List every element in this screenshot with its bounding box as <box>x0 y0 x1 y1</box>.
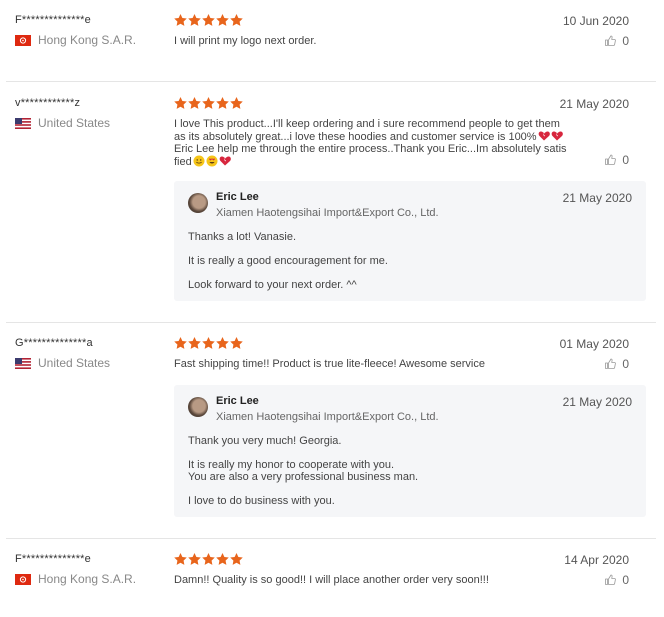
star-icon <box>230 97 243 109</box>
reviewer-country: Hong Kong S.A.R. <box>15 572 136 586</box>
like-button[interactable]: 0 <box>604 573 629 587</box>
star-icon <box>202 553 215 565</box>
reply-line: Look forward to your next order. ^^ <box>188 279 357 291</box>
reviewer-name: F**************e <box>15 14 91 26</box>
like-count: 0 <box>622 34 629 48</box>
star-icon <box>230 337 243 349</box>
like-count: 0 <box>622 153 629 167</box>
united-states-flag-icon <box>15 117 31 129</box>
star-icon <box>216 553 229 565</box>
star-rating <box>174 97 243 109</box>
review-item: v************z United States 21 May 2020… <box>6 97 656 307</box>
review-comment: Fast shipping time!! Product is true lit… <box>174 358 485 370</box>
like-count: 0 <box>622 357 629 371</box>
review-comment: I will print my logo next order. <box>174 35 317 47</box>
avatar <box>188 193 208 213</box>
country-name: United States <box>38 116 111 130</box>
like-button[interactable]: 0 <box>604 34 629 48</box>
reviewer-country: United States <box>15 116 110 130</box>
review-divider <box>6 322 656 323</box>
review-comment-text-continued: Eric Lee help me through the entire proc… <box>174 143 567 168</box>
reply-date: 21 May 2020 <box>562 191 632 205</box>
reply-line: It is really a good encouragement for me… <box>188 255 388 267</box>
seller-reply: Eric Lee Xiamen Haotengsihai Import&Expo… <box>174 385 646 517</box>
review-item: F**************e Hong Kong S.A.R. 10 Jun… <box>6 14 656 64</box>
thumbs-up-icon <box>604 358 617 370</box>
review-divider <box>6 538 656 539</box>
thumbs-up-icon <box>604 154 617 166</box>
star-rating <box>174 553 243 565</box>
reviewer-country: Hong Kong S.A.R. <box>15 33 136 47</box>
star-icon <box>202 97 215 109</box>
star-icon <box>188 337 201 349</box>
reviewer-name: v************z <box>15 97 81 109</box>
review-comment: Damn!! Quality is so good!! I will place… <box>174 574 489 586</box>
star-icon <box>188 97 201 109</box>
like-count: 0 <box>622 573 629 587</box>
star-rating <box>174 14 243 26</box>
star-icon <box>174 14 187 26</box>
star-icon <box>174 337 187 349</box>
star-icon <box>174 97 187 109</box>
star-icon <box>188 553 201 565</box>
reply-line: Thanks a lot! Vanasie. <box>188 231 297 243</box>
star-icon <box>216 14 229 26</box>
reply-line: You are also a very professional busines… <box>188 471 419 483</box>
reply-date: 21 May 2020 <box>562 395 632 409</box>
thumbs-up-icon <box>604 35 617 47</box>
reply-line: Thank you very much! Georgia. <box>188 435 342 447</box>
reply-author: Eric Lee <box>216 395 259 407</box>
review-comment: I love This product...I'll keep ordering… <box>174 118 567 168</box>
united-states-flag-icon <box>15 357 31 369</box>
review-date: 21 May 2020 <box>559 97 629 111</box>
country-name: United States <box>38 356 111 370</box>
avatar <box>188 397 208 417</box>
like-button[interactable]: 0 <box>604 153 629 167</box>
broken-heart-emoji-icon <box>219 155 231 167</box>
review-item: F**************e Hong Kong S.A.R. 14 Apr… <box>6 553 656 603</box>
star-icon <box>230 14 243 26</box>
review-comment-text: I love This product...I'll keep ordering… <box>174 118 560 143</box>
broken-heart-emoji-icon <box>538 130 550 142</box>
review-date: 10 Jun 2020 <box>562 14 629 28</box>
star-icon <box>174 553 187 565</box>
reply-line: It is really my honor to cooperate with … <box>188 459 395 471</box>
country-name: Hong Kong S.A.R. <box>38 572 137 586</box>
review-date: 14 Apr 2020 <box>564 553 629 567</box>
reply-company: Xiamen Haotengsihai Import&Export Co., L… <box>216 411 439 423</box>
star-icon <box>188 14 201 26</box>
reviewer-name: G**************a <box>15 337 93 349</box>
like-button[interactable]: 0 <box>604 357 629 371</box>
country-name: Hong Kong S.A.R. <box>38 33 137 47</box>
reviewer-country: United States <box>15 356 110 370</box>
star-icon <box>202 14 215 26</box>
reply-line: I love to do business with you. <box>188 495 335 507</box>
review-item: G**************a United States 01 May 20… <box>6 337 656 517</box>
star-icon <box>216 337 229 349</box>
heart-eyes-emoji-icon <box>206 155 218 167</box>
reviewer-name: F**************e <box>15 553 91 565</box>
star-icon <box>216 97 229 109</box>
hong-kong-flag-icon <box>15 34 31 46</box>
star-icon <box>202 337 215 349</box>
review-date: 01 May 2020 <box>559 337 629 351</box>
reply-author: Eric Lee <box>216 191 259 203</box>
smiling-face-emoji-icon <box>193 155 205 167</box>
hong-kong-flag-icon <box>15 573 31 585</box>
star-rating <box>174 337 243 349</box>
reply-company: Xiamen Haotengsihai Import&Export Co., L… <box>216 207 439 219</box>
seller-reply: Eric Lee Xiamen Haotengsihai Import&Expo… <box>174 181 646 301</box>
star-icon <box>230 553 243 565</box>
review-divider <box>6 81 656 82</box>
broken-heart-emoji-icon <box>551 130 563 142</box>
thumbs-up-icon <box>604 574 617 586</box>
